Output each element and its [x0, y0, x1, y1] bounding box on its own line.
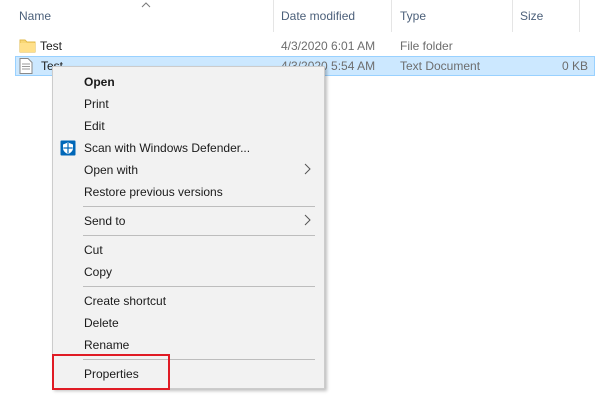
column-divider[interactable]: [512, 0, 513, 32]
menu-item-label: Open with: [84, 163, 139, 177]
column-header: Name Date modified Type Size: [0, 0, 596, 32]
menu-item-edit[interactable]: Edit: [53, 115, 324, 137]
menu-item-copy[interactable]: Copy: [53, 261, 324, 283]
menu-separator: [83, 206, 315, 207]
column-divider[interactable]: [579, 0, 580, 32]
menu-item-delete[interactable]: Delete: [53, 312, 324, 334]
menu-item-print[interactable]: Print: [53, 93, 324, 115]
file-name: Test: [40, 39, 63, 53]
chevron-right-icon: [304, 214, 311, 226]
menu-item-label: Cut: [84, 243, 103, 257]
folder-icon: [19, 39, 36, 53]
menu-item-label: Send to: [84, 214, 126, 228]
file-type: File folder: [400, 39, 453, 53]
menu-separator: [83, 286, 315, 287]
menu-item-label: Restore previous versions: [84, 185, 223, 199]
sort-ascending-icon: [141, 2, 151, 8]
menu-item-label: Edit: [84, 119, 105, 133]
file-size: 0 KB: [562, 59, 589, 73]
menu-item-create-shortcut[interactable]: Create shortcut: [53, 290, 324, 312]
menu-item-scan-defender[interactable]: Scan with Windows Defender...: [53, 137, 324, 159]
menu-item-send-to[interactable]: Send to: [53, 210, 324, 232]
menu-item-open[interactable]: Open: [53, 71, 324, 93]
file-date: 4/3/2020 6:01 AM: [281, 39, 376, 53]
file-type: Text Document: [400, 59, 481, 73]
menu-separator: [83, 235, 315, 236]
menu-item-cut[interactable]: Cut: [53, 239, 324, 261]
menu-item-label: Scan with Windows Defender...: [84, 141, 251, 155]
column-size[interactable]: Size: [520, 9, 543, 23]
column-date-modified[interactable]: Date modified: [281, 9, 355, 23]
menu-item-label: Rename: [84, 338, 130, 352]
column-divider[interactable]: [391, 0, 392, 32]
menu-item-label: Copy: [84, 265, 113, 279]
column-type[interactable]: Type: [400, 9, 426, 23]
context-menu: Open Print Edit Scan with Windows Defend…: [52, 66, 325, 389]
windows-defender-shield-icon: [60, 140, 76, 156]
menu-item-open-with[interactable]: Open with: [53, 159, 324, 181]
menu-item-label: Create shortcut: [84, 294, 167, 308]
menu-item-label: Open: [84, 75, 115, 89]
menu-item-label: Delete: [84, 316, 119, 330]
text-document-icon: [19, 58, 33, 74]
column-name[interactable]: Name: [19, 9, 51, 23]
menu-item-rename[interactable]: Rename: [53, 334, 324, 356]
file-row[interactable]: Test 4/3/2020 6:01 AM File folder: [0, 36, 596, 56]
menu-item-label: Print: [84, 97, 109, 111]
column-divider[interactable]: [273, 0, 274, 32]
chevron-right-icon: [304, 163, 311, 175]
properties-highlight-box: [52, 354, 170, 390]
menu-item-restore-previous-versions[interactable]: Restore previous versions: [53, 181, 324, 203]
